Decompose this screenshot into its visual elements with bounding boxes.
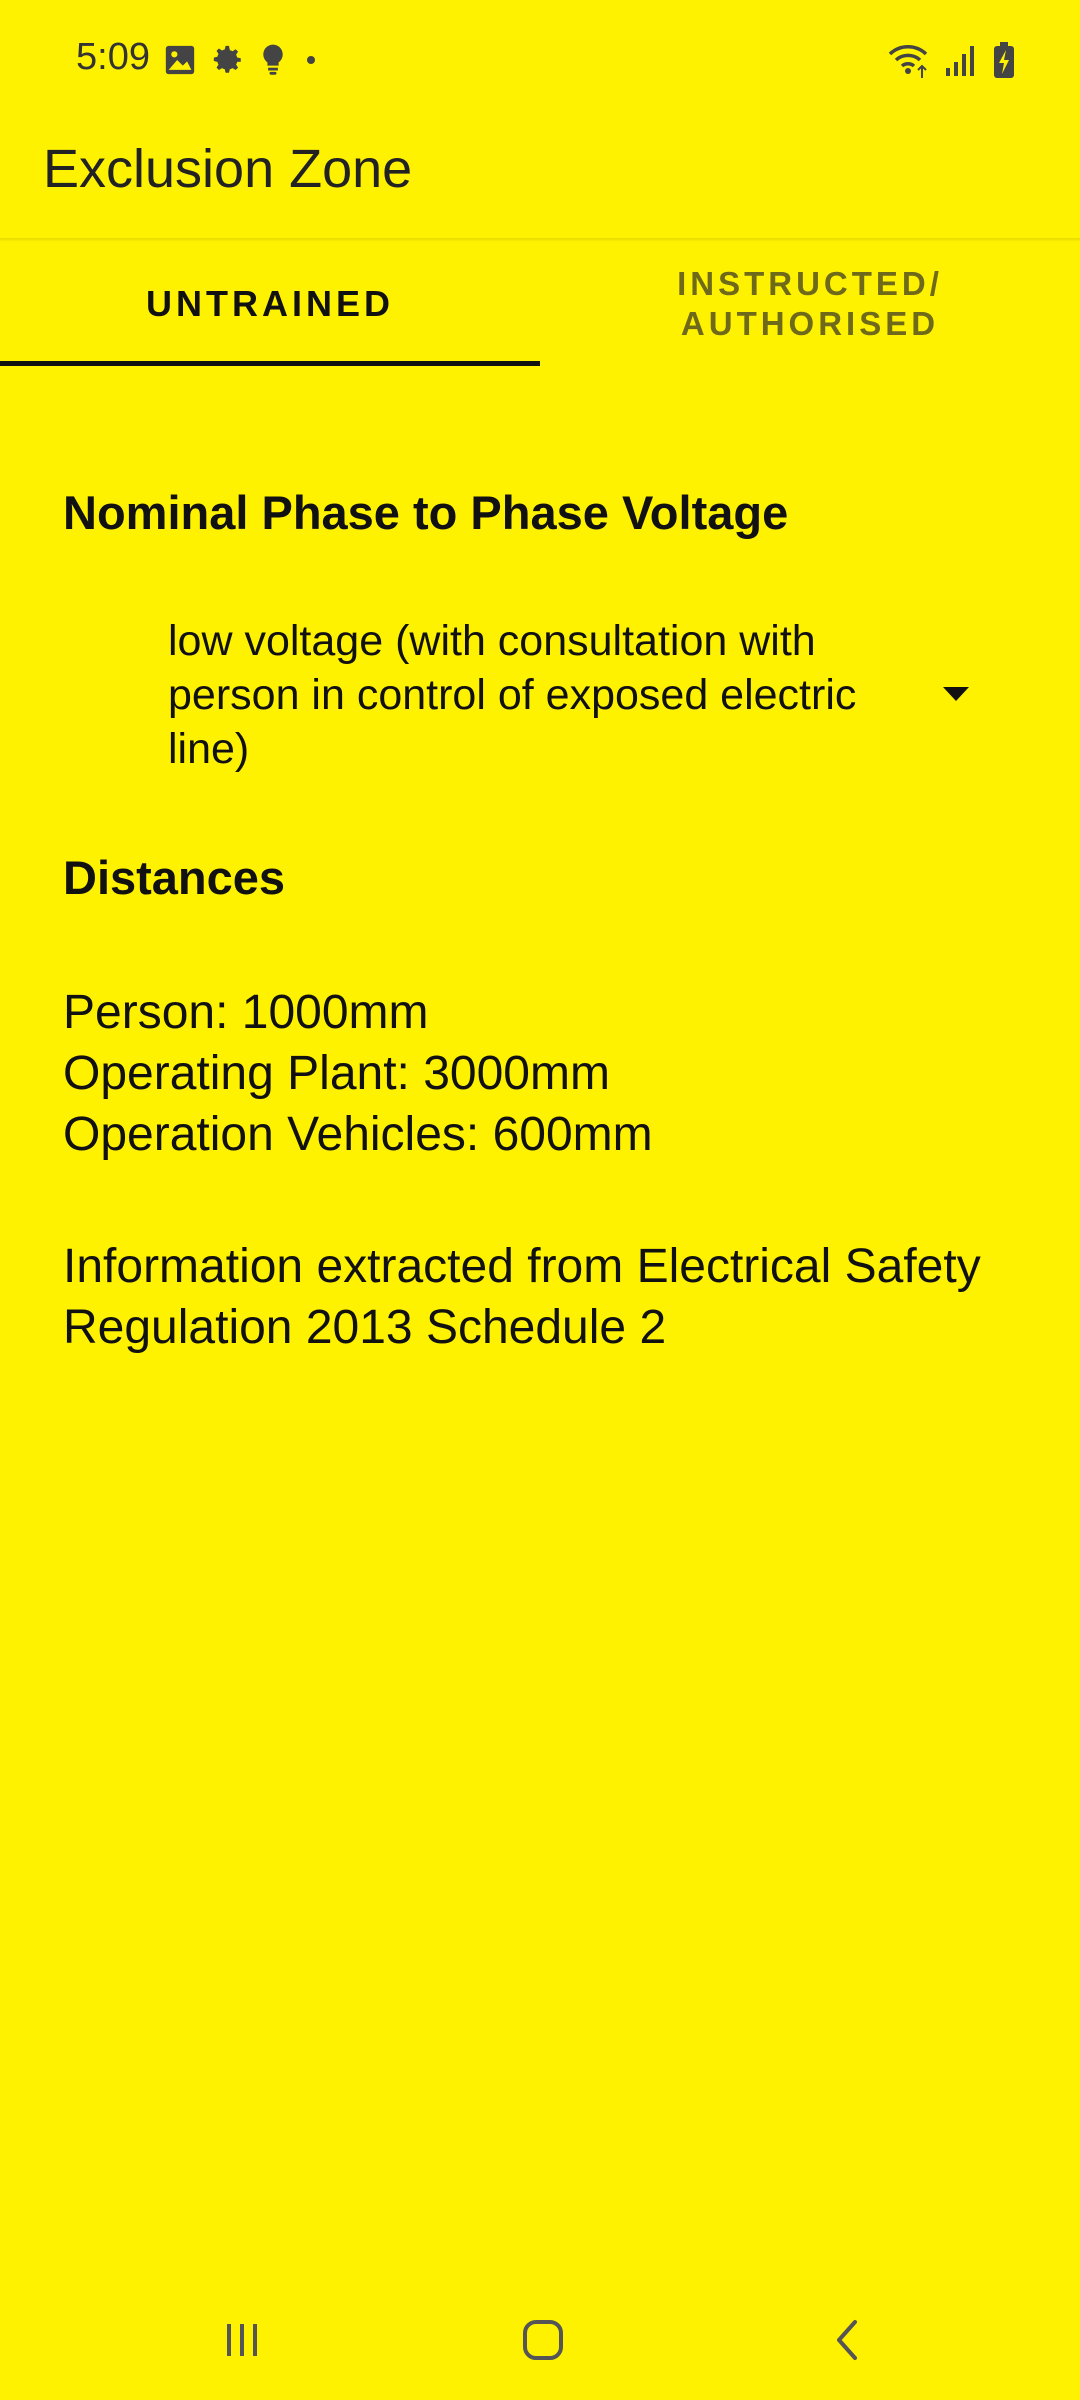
voltage-selected-value: low voltage (with consultation with pers… <box>168 617 857 773</box>
voltage-section-title: Nominal Phase to Phase Voltage <box>63 486 789 539</box>
recent-apps-icon <box>222 2320 262 2365</box>
image-icon <box>163 43 197 77</box>
signal-icon <box>944 42 978 78</box>
distance-person: Person: 1000mm <box>63 986 429 1039</box>
status-time: 5:09 <box>76 36 150 78</box>
tab-untrained-label: UNTRAINED <box>146 283 394 324</box>
tab-untrained[interactable]: UNTRAINED <box>0 242 540 366</box>
recent-apps-button[interactable] <box>202 2310 282 2374</box>
lightbulb-icon <box>259 43 287 77</box>
dropdown-arrow-icon <box>942 686 970 707</box>
gear-icon <box>211 43 245 77</box>
distance-operating-plant: Operating Plant: 3000mm <box>63 1047 610 1100</box>
distances-list: Person: 1000mm Operating Plant: 3000mm O… <box>63 982 653 1165</box>
status-notification-icons <box>163 40 321 80</box>
tab-bar: UNTRAINED INSTRUCTED/ AUTHORISED <box>0 242 1080 366</box>
source-info-text: Information extracted from Electrical Sa… <box>63 1240 981 1354</box>
tab-instructed-authorised-label: INSTRUCTED/ AUTHORISED <box>677 265 943 342</box>
tab-instructed-authorised[interactable]: INSTRUCTED/ AUTHORISED <box>540 242 1080 366</box>
back-button[interactable] <box>806 2310 886 2374</box>
distances-section-title: Distances <box>63 851 286 904</box>
dot-icon <box>301 50 321 70</box>
home-icon <box>521 2318 565 2367</box>
navigation-bar <box>0 2280 1080 2400</box>
distance-operation-vehicles: Operation Vehicles: 600mm <box>63 1108 653 1161</box>
voltage-dropdown[interactable]: low voltage (with consultation with pers… <box>140 610 1000 780</box>
status-system-icons <box>886 38 1016 82</box>
wifi-icon <box>886 40 930 80</box>
status-bar: 5:09 <box>0 0 1080 120</box>
back-icon <box>831 2318 861 2367</box>
home-button[interactable] <box>503 2310 583 2374</box>
tab-selected-indicator <box>0 361 540 366</box>
page-title: Exclusion Zone <box>43 139 413 199</box>
battery-charging-icon <box>992 41 1016 79</box>
